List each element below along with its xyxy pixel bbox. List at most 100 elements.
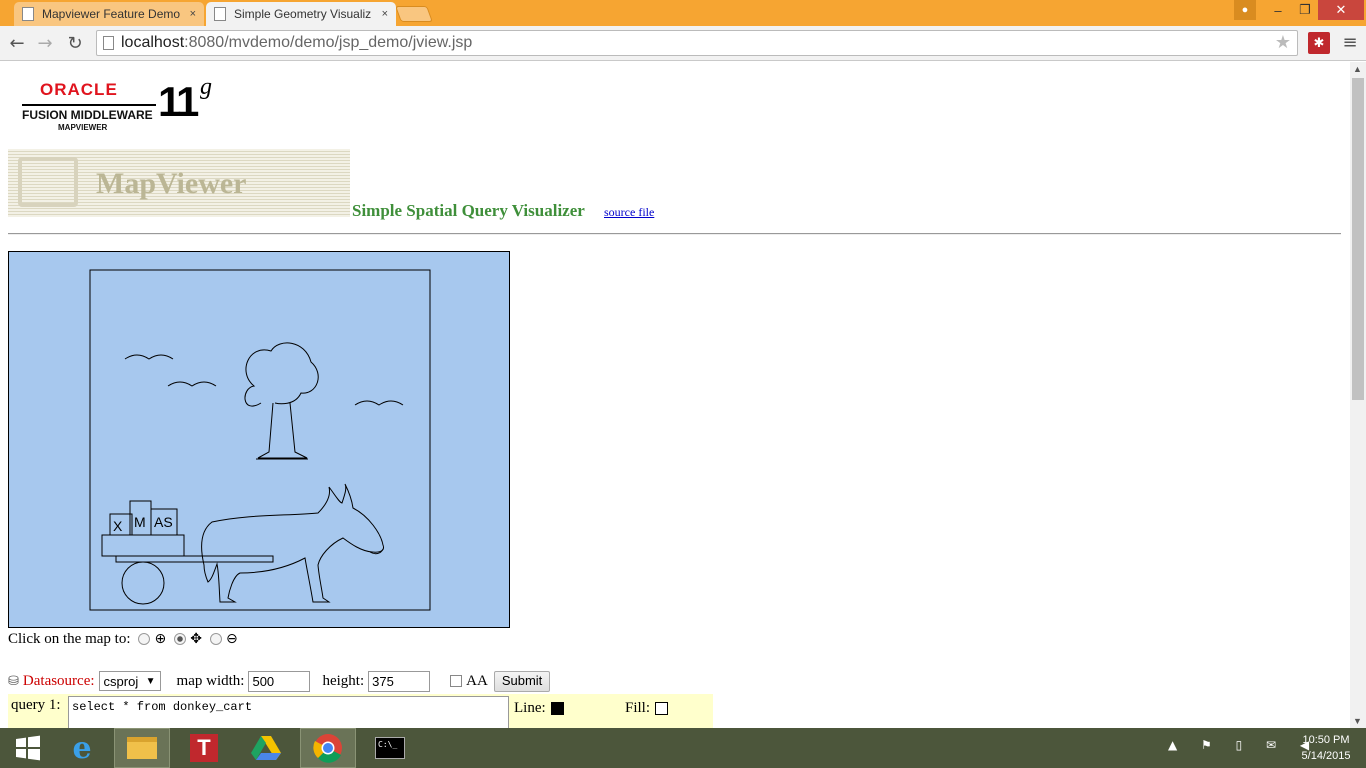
logo-line2: MAPVIEWER	[58, 123, 108, 132]
tab-close-icon[interactable]: ×	[382, 8, 388, 20]
menu-icon[interactable]: ≡	[1340, 32, 1360, 54]
cart-shaft	[115, 555, 274, 563]
zoom-out-radio[interactable]	[209, 633, 222, 645]
page-content: ORACLE FUSION MIDDLEWARE MAPVIEWER 11 g …	[0, 62, 1350, 728]
pan-radio[interactable]	[174, 633, 187, 645]
cart-body	[101, 534, 185, 557]
bird-1	[124, 354, 174, 360]
line-label: Line:	[514, 700, 546, 716]
map-width-input[interactable]: 500	[248, 670, 311, 692]
tree-crown	[244, 342, 319, 407]
datasource-label: Datasource:	[22, 672, 95, 689]
address-bar[interactable]: localhost:8080/mvdemo/demo/jsp_demo/jvie…	[96, 30, 1298, 56]
map-canvas[interactable]: X M AS	[8, 251, 510, 628]
internet-explorer-icon[interactable]: e	[54, 728, 110, 768]
bird-3	[354, 400, 404, 406]
height-label: height:	[322, 672, 365, 689]
donkey	[201, 483, 384, 603]
submit-button[interactable]: Submit	[493, 670, 551, 692]
command-prompt-icon[interactable]: C:\_	[362, 728, 418, 768]
scroll-up-icon[interactable]: ▲	[1353, 64, 1362, 74]
windows-logo-icon	[16, 735, 40, 761]
query-textarea[interactable]: select * from donkey_cart	[68, 696, 509, 728]
new-tab-button[interactable]	[395, 6, 433, 22]
map-frame	[89, 269, 431, 611]
map-drawing: X M AS	[89, 269, 431, 611]
pan-icon: ✥	[190, 631, 202, 647]
fill-color-swatch[interactable]	[655, 702, 669, 715]
browser-tabstrip: Mapviewer Feature Demo × Simple Geometry…	[0, 0, 1366, 26]
scrollbar-thumb[interactable]	[1352, 78, 1364, 400]
query-label: query 1:	[11, 697, 61, 713]
tab-label: Mapviewer Feature Demo	[42, 7, 181, 21]
aa-checkbox[interactable]	[450, 675, 463, 687]
banner-decoration	[18, 157, 78, 207]
donkey-mouth	[369, 548, 384, 555]
clock-date: 5/14/2015	[1301, 750, 1351, 762]
datasource-value: csproj	[103, 673, 139, 689]
tab-simple-geometry-visualizer[interactable]: Simple Geometry Visualiz ×	[206, 2, 396, 26]
line-color-swatch[interactable]	[550, 702, 564, 715]
forward-button[interactable]: →	[34, 32, 56, 54]
query-row: query 1: select * from donkey_cart Line:…	[8, 694, 713, 728]
aa-label: AA	[466, 672, 488, 689]
tree-trunk	[257, 402, 308, 459]
url-host: localhost	[121, 34, 185, 51]
zoom-out-icon: ⊖	[225, 631, 238, 647]
page-scrollbar[interactable]: ▲ ▼	[1350, 62, 1366, 728]
tab-label: Simple Geometry Visualiz	[234, 7, 372, 21]
map-click-mode-row: Click on the map to: ⊕ ✥ ⊖	[8, 629, 238, 649]
datasource-select[interactable]: csproj ▼	[98, 671, 161, 691]
map-controls-row: ⛁ Datasource: csproj ▼ map width: 500 he…	[8, 670, 551, 692]
back-button[interactable]: ←	[6, 32, 28, 54]
taskbar-clock[interactable]: 10:50 PM 5/14/2015	[1290, 732, 1362, 764]
clock-time: 10:50 PM	[1302, 734, 1350, 746]
t-app-icon[interactable]: T	[176, 728, 232, 768]
mapviewer-banner: MapViewer	[8, 149, 350, 217]
page-icon	[22, 7, 34, 21]
start-button[interactable]	[0, 728, 56, 768]
browser-toolbar: ← → ↻ localhost:8080/mvdemo/demo/jsp_dem…	[0, 26, 1366, 61]
line-color-field: Line:	[514, 700, 564, 717]
source-file-link[interactable]: source file	[604, 205, 654, 220]
zoom-in-radio[interactable]	[138, 633, 151, 645]
windows-taskbar: e T C:\_ ▲ ⚑ ▯ ✉ ◀ 10:50 PM 5/14/2015	[0, 728, 1366, 768]
reload-button[interactable]: ↻	[64, 32, 86, 54]
url-path: :8080/mvdemo/demo/jsp_demo/jview.jsp	[184, 34, 473, 51]
cart-letter-x: X	[113, 518, 123, 534]
cart-letter-m: M	[134, 514, 146, 530]
close-window-button[interactable]: ✕	[1318, 0, 1364, 20]
chevron-down-icon: ▼	[145, 675, 156, 687]
height-input[interactable]: 375	[368, 670, 431, 692]
logo-version: 11	[158, 78, 199, 125]
google-drive-icon[interactable]	[238, 728, 294, 768]
page-icon	[103, 36, 114, 50]
logo-rule	[22, 104, 156, 106]
tab-mapviewer-feature-demo[interactable]: Mapviewer Feature Demo ×	[14, 2, 204, 26]
page-title: Simple Spatial Query Visualizer	[352, 201, 585, 220]
chrome-icon[interactable]	[300, 728, 356, 768]
bird-2	[167, 381, 217, 387]
bookmark-star-icon[interactable]: ★	[1275, 32, 1291, 53]
banner-text: MapViewer	[96, 167, 247, 200]
map-width-label: map width:	[176, 672, 245, 689]
logo-line1: FUSION MIDDLEWARE	[22, 108, 153, 122]
tab-close-icon[interactable]: ×	[190, 8, 196, 20]
minimize-button[interactable]: –	[1264, 0, 1292, 20]
page-icon	[214, 7, 226, 21]
fill-label: Fill:	[625, 700, 651, 716]
oracle-logo: ORACLE FUSION MIDDLEWARE MAPVIEWER 11 g	[22, 74, 222, 135]
divider	[8, 233, 1341, 235]
cart-letter-as: AS	[154, 514, 173, 530]
fill-color-field: Fill:	[625, 700, 669, 717]
oracle-brand: ORACLE	[40, 80, 118, 99]
maximize-button[interactable]: ❐	[1292, 0, 1318, 20]
zoom-in-icon: ⊕	[154, 631, 167, 647]
file-explorer-icon[interactable]	[114, 728, 170, 768]
click-mode-label: Click on the map to:	[8, 630, 131, 647]
user-icon[interactable]: ●	[1234, 0, 1256, 20]
database-icon: ⛁	[8, 673, 19, 689]
scroll-down-icon[interactable]: ▼	[1353, 716, 1362, 726]
extension-icon[interactable]: ✱	[1308, 32, 1330, 54]
logo-version-sup: g	[200, 74, 212, 100]
